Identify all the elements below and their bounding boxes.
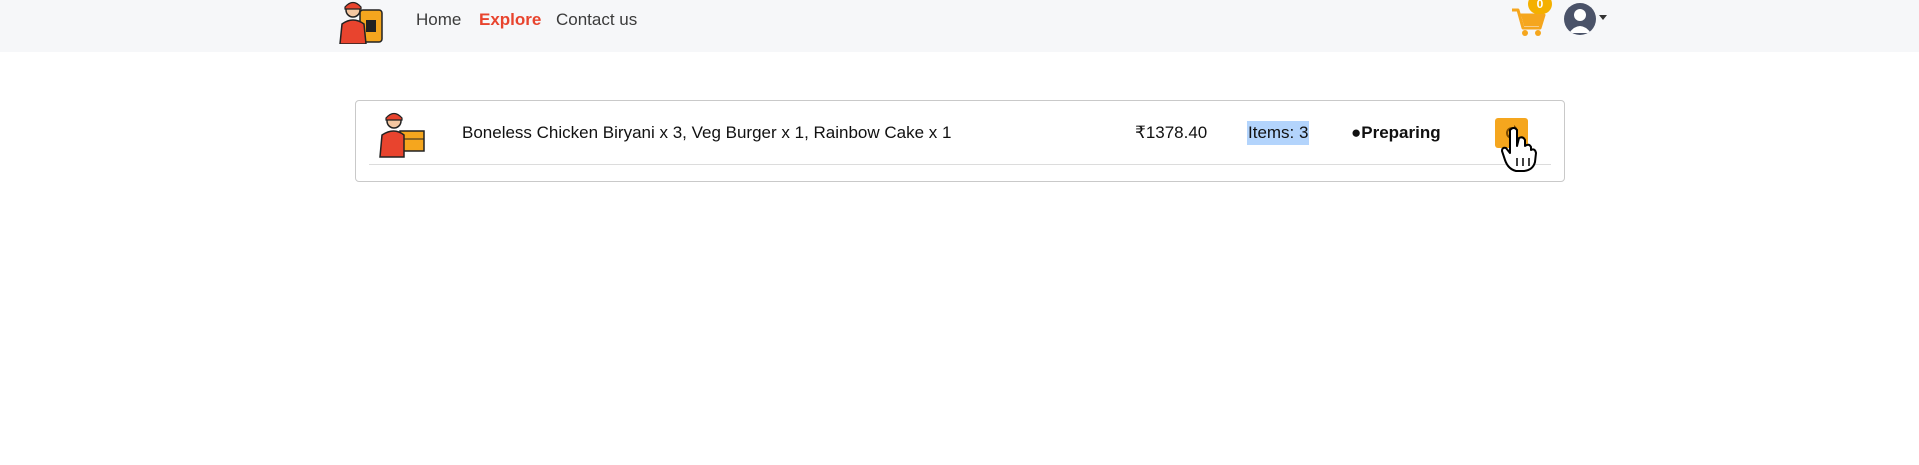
divider (369, 164, 1551, 165)
order-item-count: Items: 3 (1247, 121, 1310, 145)
navbar: Home Explore Contact us 0 (0, 0, 1919, 52)
order-price: ₹1378.40 (1135, 123, 1208, 142)
refresh-order-button[interactable] (1495, 118, 1528, 148)
nav-explore-link[interactable]: Explore (479, 10, 541, 30)
delivery-person-icon (379, 112, 425, 158)
chevron-down-icon[interactable] (1599, 15, 1607, 20)
order-card: Boneless Chicken Biryani x 3, Veg Burger… (355, 100, 1565, 182)
refresh-icon (1506, 125, 1518, 139)
nav-home-link[interactable]: Home (416, 10, 461, 30)
nav-contact-link[interactable]: Contact us (556, 10, 637, 30)
avatar[interactable] (1564, 3, 1596, 35)
order-status-badge: ●Preparing (1351, 123, 1441, 142)
order-items-text: Boneless Chicken Biryani x 3, Veg Burger… (462, 123, 952, 142)
cart-count-badge: 0 (1528, 0, 1552, 14)
logo-icon[interactable] (336, 0, 386, 44)
user-icon (1569, 9, 1591, 33)
